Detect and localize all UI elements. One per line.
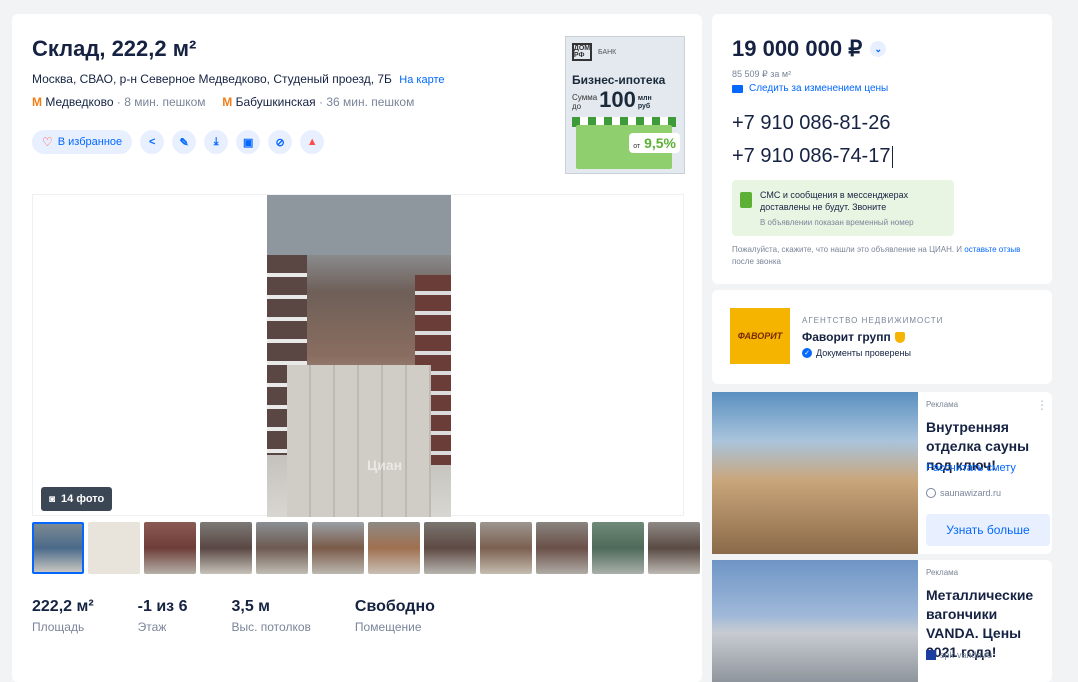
map-link[interactable]: На карте: [399, 74, 444, 86]
bank-row: ДОМ РФ БАНК: [572, 43, 616, 61]
ad-label: Реклама: [926, 568, 959, 577]
thumbnail[interactable]: [480, 522, 532, 574]
metro-icon: М: [222, 95, 233, 109]
sum-value: 100: [599, 87, 636, 112]
action-bar: ♡ В избранное < ✎ ⤓ ▣ ⊘ ▲: [32, 130, 325, 154]
bank-logo: ДОМ РФ: [572, 43, 592, 61]
thumbnail[interactable]: [648, 522, 700, 574]
metro-time: · 8 мин. пешком: [116, 95, 206, 109]
photo-watermark: Циан: [367, 457, 403, 473]
sum-unit: млн руб: [637, 95, 652, 110]
favorite-label: В избранное: [57, 136, 123, 148]
agency-docs: ✓ Документы проверены: [802, 348, 911, 358]
price-card: 19 000 000 ₽ ⌄ 85 509 ₽ за м² Следить за…: [712, 14, 1052, 284]
listing-card: Склад, 222,2 м² Москва, СВАО, р-н Северн…: [12, 14, 702, 682]
photo-gallery[interactable]: Циан ◙ 14 фото: [32, 194, 684, 517]
phone-number[interactable]: +7 910 086-74-17: [732, 145, 894, 168]
ad-site: saunawizard.ru: [926, 488, 1001, 498]
metro-station[interactable]: Медведково: [45, 95, 113, 109]
address-text: Москва, СВАО, р-н Северное Медведково, С…: [32, 72, 392, 86]
thumbnail[interactable]: [144, 522, 196, 574]
check-icon: ✓: [802, 348, 812, 358]
phone-icon: [740, 192, 752, 208]
ad-site: spk-vanda.ru: [926, 650, 992, 660]
agency-type: АГЕНТСТВО НЕДВИЖИМОСТИ: [802, 316, 944, 325]
shield-icon: [894, 331, 905, 343]
banner-rate: от 9,5%: [629, 133, 680, 153]
ad-image[interactable]: [712, 392, 918, 554]
price-per-meter: 85 509 ₽ за м²: [732, 69, 792, 79]
agency-logo[interactable]: ФАВОРИТ: [730, 308, 790, 364]
metro-list: М Медведково · 8 мин. пешком М Бабушкинс…: [32, 95, 414, 109]
more-icon[interactable]: ⋮: [1036, 398, 1048, 412]
thumbnail[interactable]: [32, 522, 84, 574]
thumbnail-strip: [32, 522, 700, 574]
text-cursor: [892, 145, 894, 168]
thumbnail[interactable]: [368, 522, 420, 574]
ad-label: Реклама: [926, 400, 959, 409]
sms-note: СМС и сообщения в мессенджерах доставлен…: [760, 190, 909, 212]
metro-station[interactable]: Бабушкинская: [236, 95, 316, 109]
share-icon[interactable]: <: [140, 130, 165, 154]
photo-count-button[interactable]: ◙ 14 фото: [41, 487, 113, 511]
price: 19 000 000 ₽ ⌄: [732, 36, 887, 62]
metro-icon: М: [32, 95, 42, 109]
address: Москва, СВАО, р-н Северное Медведково, С…: [32, 72, 444, 86]
site-icon: [926, 650, 936, 660]
thumbnail[interactable]: [256, 522, 308, 574]
report-icon[interactable]: ▲: [300, 130, 325, 154]
metro-time: · 36 мин. пешком: [318, 95, 415, 109]
photo-count-label: 14 фото: [61, 493, 105, 505]
price-value: 19 000 000 ₽: [732, 36, 863, 61]
thumbnail[interactable]: [592, 522, 644, 574]
envelope-icon: [732, 84, 743, 93]
temp-number-note: В объявлении показан временный номер: [760, 218, 914, 227]
thumbnail[interactable]: [312, 522, 364, 574]
thumbnail[interactable]: [200, 522, 252, 574]
bank-label: БАНК: [598, 48, 617, 56]
listing-title: Склад, 222,2 м²: [32, 36, 197, 61]
feedback-note: Пожалуйста, скажите, что нашли это объяв…: [732, 245, 1021, 266]
chevron-down-icon[interactable]: ⌄: [870, 41, 887, 57]
review-link[interactable]: оставьте отзыв: [964, 245, 1020, 254]
agency-name[interactable]: Фаворит групп: [802, 330, 905, 344]
main-photo[interactable]: Циан: [267, 195, 451, 517]
ad-image[interactable]: [712, 560, 918, 682]
banner-title: Бизнес-ипотека: [572, 73, 666, 87]
download-icon[interactable]: ⤓: [204, 130, 229, 154]
phone-number[interactable]: +7 910 086-81-26: [732, 112, 890, 135]
banner-sum: Сумма до 100 млн руб: [572, 87, 652, 112]
ad-card[interactable]: Реклама ⋮ Внутренняя отделка сауны под к…: [712, 392, 1052, 554]
learn-more-button[interactable]: Узнать больше: [926, 514, 1050, 546]
hide-icon[interactable]: ⊘: [268, 130, 293, 154]
heart-icon: ♡: [42, 135, 53, 149]
print-icon[interactable]: ▣: [236, 130, 261, 154]
spec-premises: Свободно Помещение: [354, 598, 435, 634]
ad-card[interactable]: Реклама Металлические вагончики VANDA. Ц…: [712, 560, 1052, 682]
spec-floor: -1 из 6 Этаж: [137, 598, 188, 634]
favorite-button[interactable]: ♡ В избранное: [32, 130, 133, 154]
sum-prefix: Сумма до: [572, 93, 598, 111]
thumbnail[interactable]: [88, 522, 140, 574]
spec-ceiling: 3,5 м Выс. потолков: [231, 598, 311, 634]
thumbnail[interactable]: [536, 522, 588, 574]
agency-card[interactable]: ФАВОРИТ АГЕНТСТВО НЕДВИЖИМОСТИ Фаворит г…: [712, 290, 1052, 384]
spec-list: 222,2 м² Площадь -1 из 6 Этаж 3,5 м Выс.…: [32, 598, 479, 634]
follow-price-link[interactable]: Следить за изменением цены: [732, 83, 888, 94]
mortgage-banner[interactable]: ДОМ РФ БАНК Бизнес-ипотека Сумма до 100 …: [565, 36, 685, 174]
edit-icon[interactable]: ✎: [172, 130, 197, 154]
globe-icon: [926, 488, 936, 498]
thumbnail[interactable]: [424, 522, 476, 574]
ad-link[interactable]: Рассчитать смету: [926, 462, 1016, 474]
sms-warning: СМС и сообщения в мессенджерах доставлен…: [732, 180, 954, 236]
spec-area: 222,2 м² Площадь: [32, 598, 94, 634]
camera-icon: ◙: [49, 493, 56, 505]
